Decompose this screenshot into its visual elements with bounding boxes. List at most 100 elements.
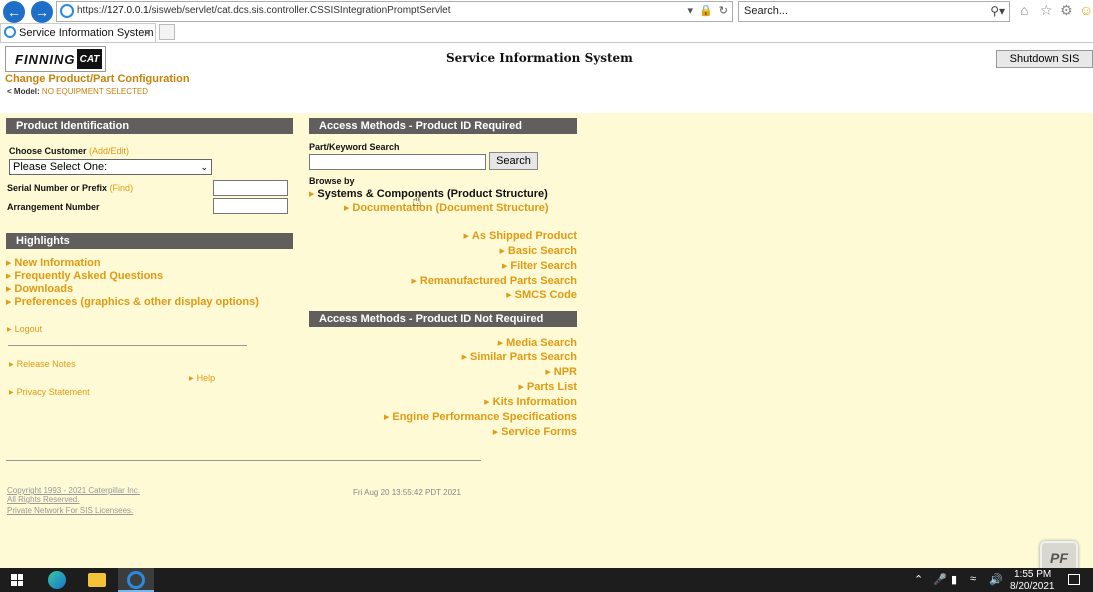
similar-parts-search-link[interactable]: ▶ Similar Parts Search <box>462 351 577 363</box>
access-required-heading: Access Methods - Product ID Required <box>309 118 577 134</box>
triangle-right-icon: ▶ <box>545 369 551 376</box>
ie-page-icon <box>60 4 74 18</box>
model-label: Model: <box>13 87 40 96</box>
triangle-right-icon: ▶ <box>9 390 14 396</box>
chevron-up-icon[interactable]: ⌃ <box>914 573 923 586</box>
part-keyword-input[interactable] <box>309 154 486 170</box>
service-forms-link[interactable]: ▶ Service Forms <box>493 426 577 438</box>
access-not-required-heading: Access Methods - Product ID Not Required <box>309 311 577 327</box>
logout-link[interactable]: ▶ Logout <box>7 324 42 334</box>
release-notes-link[interactable]: ▶ Release Notes <box>9 359 76 369</box>
triangle-right-icon: ▶ <box>383 414 390 421</box>
address-bar[interactable]: https://127.0.0.1/sisweb/servlet/cat.dcs… <box>56 1 733 22</box>
triangle-right-icon: ▶ <box>499 248 505 255</box>
new-information-link[interactable]: ▶ New Information <box>6 257 101 269</box>
gear-icon[interactable]: ⚙ <box>1060 2 1073 19</box>
triangle-right-icon: ▶ <box>501 263 508 270</box>
copyright-link[interactable]: Copyright 1993 - 2021 Caterpillar Inc. <box>7 486 140 495</box>
faq-link[interactable]: ▶ Frequently Asked Questions <box>6 270 163 282</box>
triangle-right-icon: ▶ <box>497 340 504 347</box>
microphone-icon[interactable]: 🎤 <box>933 573 947 586</box>
windows-start-icon[interactable] <box>11 574 23 586</box>
chevron-left-icon: < <box>7 87 12 96</box>
battery-icon[interactable]: ▮ <box>951 573 957 586</box>
tab-ie-icon <box>4 26 16 38</box>
back-arrow-icon[interactable]: ← <box>3 1 25 23</box>
smiley-icon[interactable]: ☺ <box>1079 2 1093 18</box>
new-tab-icon[interactable] <box>159 24 175 40</box>
server-date: Fri Aug 20 13:55:42 PDT 2021 <box>353 488 461 497</box>
browser-tab[interactable]: Service Information System × <box>0 23 156 42</box>
clock-time[interactable]: 1:55 PM <box>1014 569 1051 580</box>
find-link[interactable]: (Find) <box>110 183 134 193</box>
file-explorer-icon[interactable] <box>88 573 106 587</box>
serial-number-input[interactable] <box>213 180 288 196</box>
tab-close-icon[interactable]: × <box>143 25 151 40</box>
npr-link[interactable]: ▶ NPR <box>545 366 577 378</box>
browser-search-box[interactable]: Search... ⚲▾ <box>738 1 1010 22</box>
browse-by-label: Browse by <box>309 176 355 186</box>
privacy-statement-link[interactable]: ▶ Privacy Statement <box>9 387 90 397</box>
forward-arrow-icon[interactable]: → <box>31 1 53 23</box>
home-icon[interactable]: ⌂ <box>1020 2 1028 18</box>
cat-badge: CAT <box>77 49 102 69</box>
downloads-link[interactable]: ▶ Downloads <box>6 283 73 295</box>
preferences-link[interactable]: ▶ Preferences (graphics & other display o… <box>6 296 259 308</box>
ie-taskbar-button[interactable] <box>118 568 154 592</box>
model-line: < Model: NO EQUIPMENT SELECTED <box>7 87 148 96</box>
browser-chrome: ← → https://127.0.0.1/sisweb/servlet/cat… <box>0 0 1093 42</box>
documentation-link[interactable]: ▶ Documentation (Document Structure) <box>344 202 549 214</box>
customer-select[interactable]: Please Select One: ⌄ <box>9 159 212 175</box>
triangle-right-icon: ▶ <box>344 205 350 212</box>
help-link[interactable]: ▶ Help <box>189 373 215 383</box>
triangle-right-icon: ▶ <box>6 260 12 267</box>
search-button[interactable]: Search <box>489 152 538 170</box>
model-value: NO EQUIPMENT SELECTED <box>41 87 149 96</box>
kits-information-link[interactable]: ▶ Kits Information <box>484 396 577 408</box>
triangle-right-icon: ▶ <box>6 273 12 280</box>
basic-search-link[interactable]: ▶ Basic Search <box>500 245 578 257</box>
dropdown-arrow-icon[interactable]: ▾ <box>688 4 694 17</box>
triangle-right-icon: ▶ <box>463 233 469 240</box>
smcs-code-link[interactable]: ▶ SMCS Code <box>506 289 577 301</box>
triangle-right-icon: ▶ <box>9 362 14 368</box>
triangle-right-icon: ▶ <box>492 429 499 436</box>
sis-header: FINNING CAT Service Information System S… <box>0 43 1093 113</box>
logo-text: FINNING <box>15 52 76 67</box>
private-network-link[interactable]: Private Network For SIS Licensees. <box>7 506 133 515</box>
parts-list-link[interactable]: ▶ Parts List <box>518 381 577 393</box>
internet-explorer-icon <box>127 571 145 589</box>
refresh-icon[interactable]: ↻ <box>719 4 728 17</box>
add-edit-link[interactable]: (Add/Edit) <box>89 146 129 156</box>
customer-select-value: Please Select One: <box>13 161 108 173</box>
remanufactured-parts-search-link[interactable]: ▶ Remanufactured Parts Search <box>411 275 577 287</box>
choose-customer-row: Choose Customer (Add/Edit) <box>9 146 129 156</box>
edge-icon[interactable] <box>48 571 66 589</box>
media-search-link[interactable]: ▶ Media Search <box>498 337 577 349</box>
triangle-right-icon: ▶ <box>461 354 467 361</box>
notification-icon[interactable] <box>1068 574 1080 585</box>
choose-customer-label: Choose Customer <box>9 146 87 156</box>
url-text: https://127.0.0.1/sisweb/servlet/cat.dcs… <box>77 5 451 16</box>
volume-icon[interactable]: 🔊 <box>989 573 1003 586</box>
favorites-star-icon[interactable]: ☆ <box>1040 2 1053 19</box>
divider <box>8 345 247 346</box>
filter-search-link[interactable]: ▶ Filter Search <box>502 260 577 272</box>
wifi-icon[interactable]: ≈ <box>970 573 976 585</box>
rights-reserved-link[interactable]: All Rights Reserved. <box>7 495 79 504</box>
as-shipped-product-link[interactable]: ▶ As Shipped Product <box>463 230 577 242</box>
shutdown-sis-button[interactable]: Shutdown SIS <box>996 50 1093 68</box>
systems-components-link[interactable]: ▶ Systems & Components (Product Structure… <box>309 188 548 200</box>
page-title: Service Information System <box>446 51 633 65</box>
arrangement-number-input[interactable] <box>213 198 288 214</box>
engine-performance-specifications-link[interactable]: ▶ Engine Performance Specifications <box>384 411 577 423</box>
chevron-down-icon: ⌄ <box>200 162 208 172</box>
finning-cat-logo: FINNING CAT <box>5 46 106 72</box>
search-icon[interactable]: ⚲▾ <box>990 4 1005 18</box>
clock-date[interactable]: 8/20/2021 <box>1010 581 1055 592</box>
triangle-right-icon: ▶ <box>309 191 315 198</box>
change-product-link[interactable]: Change Product/Part Configuration <box>5 73 190 85</box>
product-identification-heading: Product Identification <box>6 118 293 134</box>
lock-icon[interactable]: 🔒 <box>699 4 713 17</box>
triangle-right-icon: ▶ <box>484 399 490 406</box>
